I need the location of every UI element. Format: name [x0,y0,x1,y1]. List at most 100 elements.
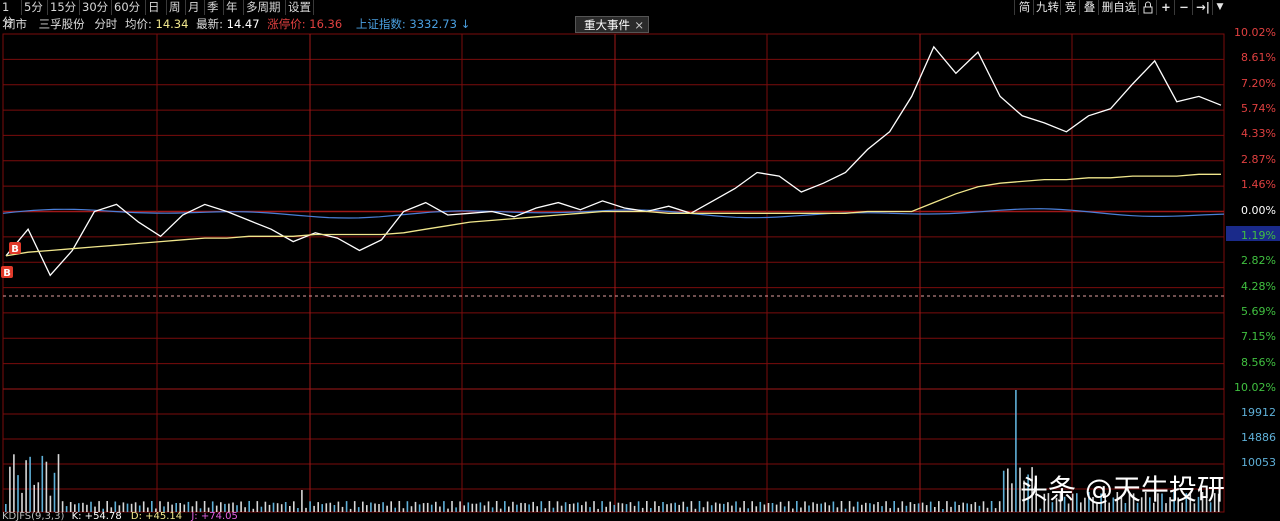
volume-bar [861,504,863,512]
volume-bar [913,504,916,512]
volume-bar [844,508,847,512]
volume-bar [260,506,263,512]
volume-bar [211,501,214,512]
volume-bar [228,503,230,512]
volume-bar [938,501,940,512]
volume-bar [516,504,518,512]
volume-bar [832,501,835,512]
volume-bar [873,504,875,512]
volume-bar [126,503,129,512]
volume-bar [702,507,705,512]
volume-bar [621,503,624,512]
volume-bar [122,502,125,512]
volume-bar [337,501,340,512]
volume-bar [499,508,502,512]
volume-bar [220,502,222,512]
volume-bar [508,506,510,512]
intraday-chart[interactable]: BB [0,0,1280,521]
indicator-j: J: +74.05 [191,512,238,521]
volume-bar [585,501,587,512]
volume-bar [86,504,88,512]
volume-bar [321,504,323,512]
volume-bar [13,454,15,512]
volume-bar [382,502,384,512]
volume-bar [74,504,76,512]
volume-bar [572,503,575,512]
volume-bar [9,466,11,512]
volume-bar [771,503,774,512]
volume-bar [114,501,117,512]
volume-bar [897,507,900,512]
volume-bar [280,504,283,512]
volume-bar [386,505,388,512]
volume-bar [804,501,806,512]
volume-bar [134,502,137,512]
volume-bar [264,501,267,512]
volume-bar [268,504,271,512]
volume-bar [45,461,48,512]
volume-bar [641,507,644,512]
volume-bar [272,502,275,512]
volume-bar [195,501,198,512]
volume-bar [53,472,56,512]
buy-marker: B [9,242,21,255]
volume-bar [974,502,977,512]
volume-bar [824,502,826,512]
chart-grid [2,33,1225,513]
volume-bar [828,505,831,512]
volume-bar [495,501,498,512]
volume-bar [942,509,944,512]
volume-bar [613,504,616,512]
volume-bar [812,502,814,512]
volume-bar [800,507,802,512]
volume-bar [98,501,100,512]
volume-bar [540,501,543,512]
indicator-name[interactable]: KDJFS(9,3,3) [2,512,64,521]
volume-axis-label: 14886 [1241,431,1276,444]
volume-bar [329,502,332,512]
volume-bar [309,501,311,512]
volume-bar [865,502,867,512]
price-axis-label: 5.74% [1241,102,1276,116]
volume-bar [130,503,133,512]
volume-bar [512,501,514,512]
volume-bar [670,503,672,512]
volume-bar [528,504,530,512]
volume-bar [289,506,291,512]
volume-bar [577,502,579,512]
volume-bar [1002,470,1005,512]
volume-bar [370,502,372,512]
volume-bar [966,503,968,512]
volume-bar [41,455,44,512]
volume-bar [171,504,173,512]
volume-bar [487,501,490,512]
indicator-d: D: +45.14 [130,512,183,521]
volume-bar [21,492,23,512]
volume-bar [422,503,425,512]
volume-bar [544,508,547,512]
volume-bar [686,506,689,512]
volume-bar [475,503,478,512]
volume-bar [467,502,470,512]
volume-bar [690,501,693,512]
volume-bar [203,501,206,512]
volume-bar [378,504,380,512]
volume-bar [934,507,936,512]
volume-bar [719,503,721,512]
volume-bar [317,502,319,512]
volume-bar [666,504,668,512]
volume-bar [560,505,563,512]
volume-bar [633,505,636,512]
volume-bar [394,507,396,512]
volume-bar [455,507,457,512]
volume-bar [889,508,891,512]
volume-bar [755,506,758,512]
volume-bar [787,501,790,512]
volume-bar [743,501,745,512]
volume-bar [532,501,534,512]
volume-bar [958,505,960,512]
volume-bar [224,503,226,512]
volume-bar [297,508,299,512]
volume-bar [694,508,697,512]
volume-bar [305,507,307,512]
